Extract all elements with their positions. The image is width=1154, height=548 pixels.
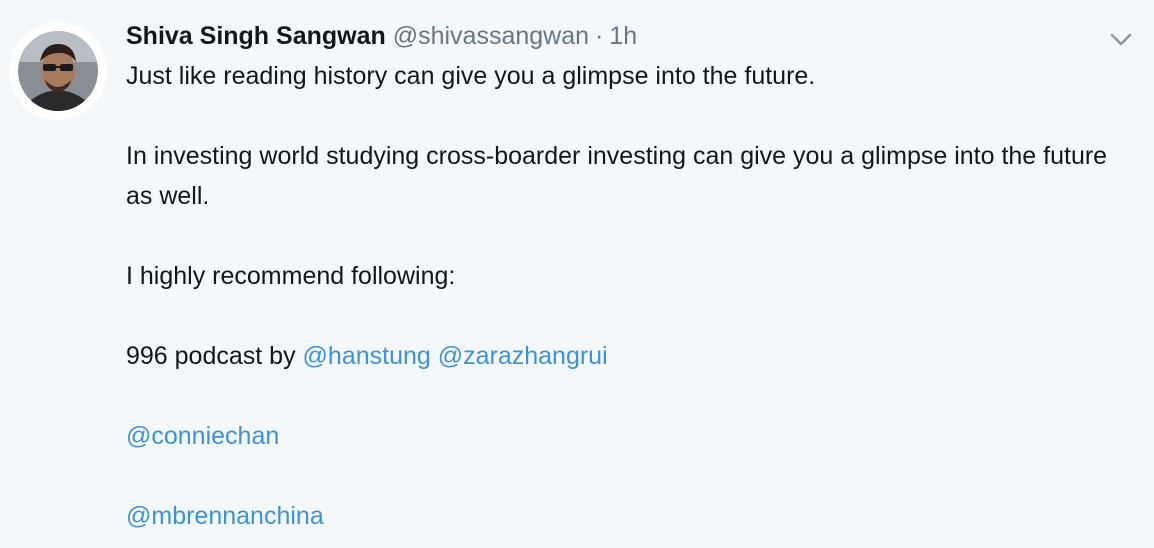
mention-link-mbrennanchina[interactable]: @mbrennanchina bbox=[126, 502, 324, 530]
avatar-photo-icon bbox=[18, 31, 98, 111]
timestamp[interactable]: 1h bbox=[609, 22, 637, 50]
mention-link-zarazhangrui[interactable]: @zarazhangrui bbox=[438, 342, 608, 370]
mention-link-conniechan[interactable]: @conniechan bbox=[126, 422, 279, 450]
tweet-paragraph: @conniechan bbox=[126, 416, 1136, 456]
mention-link-hanstung[interactable]: @hanstung bbox=[303, 342, 431, 370]
tweet-header: Shiva Singh Sangwan @shivassangwan · 1h bbox=[126, 20, 637, 52]
separator-dot: · bbox=[595, 22, 604, 50]
avatar[interactable] bbox=[9, 22, 107, 120]
tweet-paragraph: I highly recommend following: bbox=[126, 262, 456, 290]
author-name[interactable]: Shiva Singh Sangwan bbox=[126, 22, 386, 50]
tweet: Shiva Singh Sangwan @shivassangwan · 1h Ju… bbox=[0, 0, 1154, 548]
tweet-paragraph: Just like reading history can give you a… bbox=[126, 62, 816, 90]
more-options-button[interactable] bbox=[1106, 28, 1136, 52]
tweet-paragraph: 996 podcast by @hanstung @zarazhangrui bbox=[126, 336, 1136, 376]
tweet-paragraph: @mbrennanchina bbox=[126, 496, 1136, 536]
tweet-paragraph: In investing world studying cross-boarde… bbox=[126, 142, 1108, 210]
podcast-text: 996 podcast by bbox=[126, 342, 296, 370]
author-handle[interactable]: @shivassangwan bbox=[393, 22, 589, 50]
chevron-down-icon bbox=[1110, 33, 1132, 46]
tweet-text: Just like reading history can give you a… bbox=[126, 56, 1136, 536]
